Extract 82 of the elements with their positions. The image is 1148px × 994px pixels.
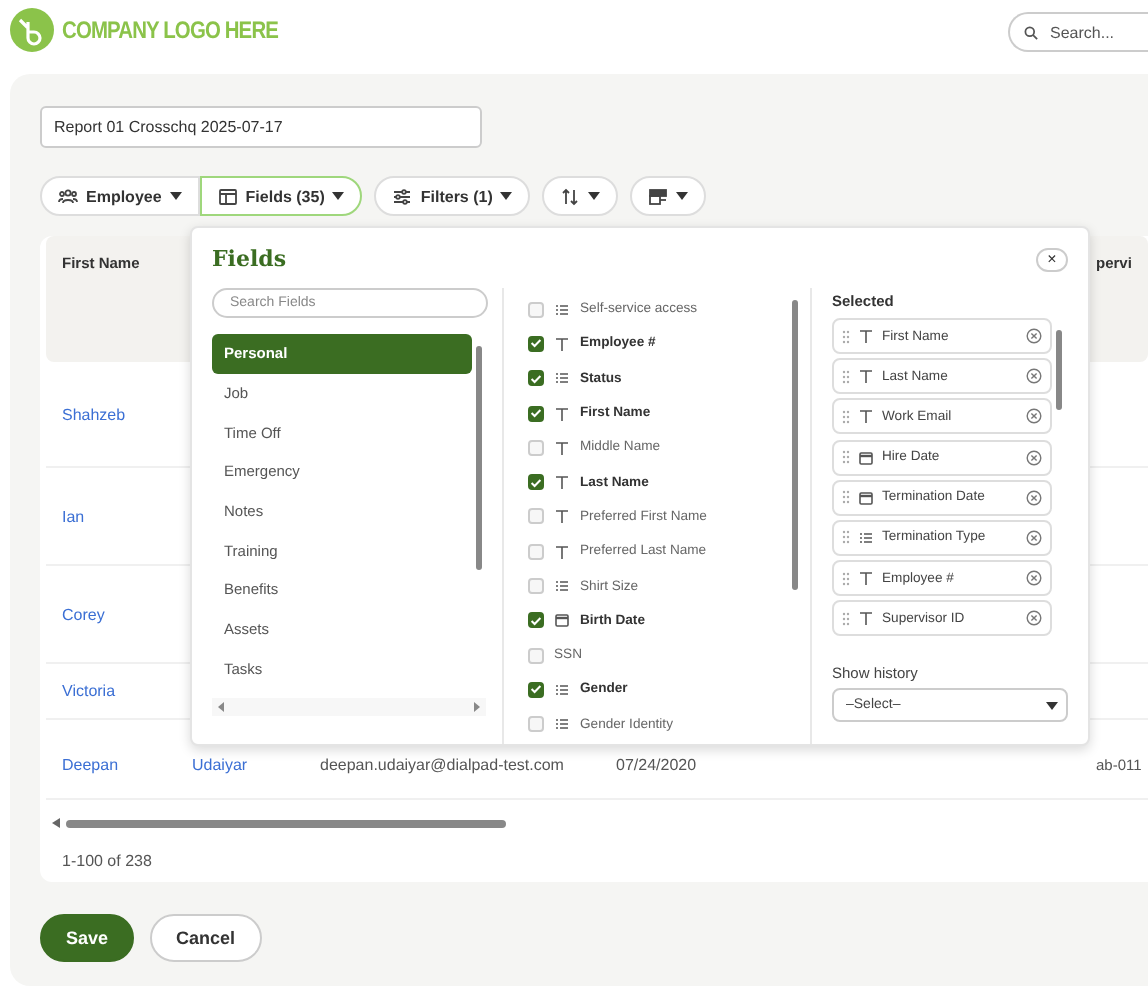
text-type-icon <box>554 508 570 525</box>
list-icon <box>554 681 570 698</box>
field-checkbox[interactable] <box>528 474 544 491</box>
name-link[interactable]: Corey <box>62 605 105 623</box>
drag-handle-icon <box>842 490 850 505</box>
table-cell: 07/24/2020 <box>616 756 697 774</box>
remove-icon[interactable] <box>1026 408 1042 425</box>
table-icon <box>648 187 669 205</box>
logo-text: COMPANY LOGO HERE <box>62 16 279 44</box>
name-link[interactable]: Victoria <box>62 682 116 700</box>
name-link[interactable]: Shahzeb <box>62 405 126 423</box>
remove-icon[interactable] <box>1026 449 1042 466</box>
text-type-icon <box>858 408 874 425</box>
filters-button[interactable]: Filters (1) <box>374 176 531 216</box>
remove-icon[interactable] <box>1026 328 1042 344</box>
field-checkbox[interactable] <box>528 612 544 629</box>
table-cell: deepan.udaiyar@dialpad-test.com <box>320 756 564 774</box>
list-icon <box>554 716 570 733</box>
drag-handle-icon <box>842 571 850 586</box>
text-type-icon <box>858 610 874 627</box>
pagination-text: 1-100 of 238 <box>62 852 154 870</box>
scroll-left-icon[interactable] <box>52 818 60 828</box>
sort-icon <box>560 187 581 205</box>
columns-icon <box>217 187 238 205</box>
remove-icon[interactable] <box>1026 610 1042 627</box>
list-icon <box>554 370 570 387</box>
remove-icon[interactable] <box>1026 570 1042 587</box>
remove-icon[interactable] <box>1026 489 1042 506</box>
sliders-icon <box>392 187 413 205</box>
logo-icon <box>10 8 54 52</box>
scroll-left-icon[interactable] <box>218 702 224 712</box>
list-icon <box>554 301 570 318</box>
caret-icon <box>169 192 182 200</box>
search-field[interactable]: Search... <box>1008 12 1148 52</box>
drag-handle-icon <box>842 329 850 343</box>
text-type-icon <box>554 405 570 422</box>
text-type-icon <box>858 570 874 587</box>
text-type-icon <box>554 335 570 352</box>
drag-handle-icon <box>842 450 850 465</box>
search-input[interactable]: Search... <box>1046 21 1146 43</box>
list-icon <box>858 529 874 546</box>
drag-handle-icon <box>842 611 850 626</box>
search-icon <box>1024 25 1038 39</box>
popover-title: Fields <box>212 246 287 272</box>
text-type-icon <box>554 439 570 456</box>
field-checkbox[interactable] <box>528 335 544 352</box>
drag-handle-icon <box>842 409 850 424</box>
text-type-icon <box>554 543 570 560</box>
drag-handle-icon <box>842 530 850 545</box>
field-checkbox[interactable] <box>528 681 544 698</box>
save-button[interactable]: Save <box>40 914 135 962</box>
text-type-icon <box>554 474 570 491</box>
caret-icon <box>500 192 513 200</box>
cancel-button[interactable]: Cancel <box>150 914 262 962</box>
field-checkbox[interactable] <box>528 405 544 422</box>
calendar-icon <box>858 489 874 506</box>
field-checkbox[interactable] <box>528 370 544 387</box>
list-icon <box>554 578 570 595</box>
caret-icon <box>332 192 345 200</box>
text-type-icon <box>858 328 874 344</box>
calendar-icon <box>554 612 570 629</box>
horizontal-scrollbar[interactable] <box>212 698 486 716</box>
drag-handle-icon <box>842 369 850 384</box>
scroll-right-icon[interactable] <box>474 702 480 712</box>
toolbar-tab[interactable]: Fields (35) <box>199 176 363 216</box>
remove-icon[interactable] <box>1026 368 1042 385</box>
toolbar-tab[interactable]: Employee <box>40 176 200 216</box>
text-type-icon <box>858 368 874 385</box>
remove-icon[interactable] <box>1026 529 1042 546</box>
table-button[interactable] <box>630 176 707 216</box>
scrollbar-thumb[interactable] <box>66 819 506 827</box>
sort-button[interactable] <box>542 176 619 216</box>
name-link[interactable]: Deepan <box>62 756 119 774</box>
name-link[interactable]: Ian <box>62 507 85 525</box>
people-icon <box>58 187 78 205</box>
name-link[interactable]: Udaiyar <box>192 756 248 774</box>
close-button[interactable]: × <box>1036 247 1068 271</box>
report-name-field[interactable]: Report 01 Crosschq 2025-07-17 <box>40 106 482 148</box>
caret-icon <box>1046 701 1058 709</box>
caret-icon <box>676 192 689 200</box>
calendar-icon <box>858 449 874 466</box>
caret-icon <box>588 192 601 200</box>
